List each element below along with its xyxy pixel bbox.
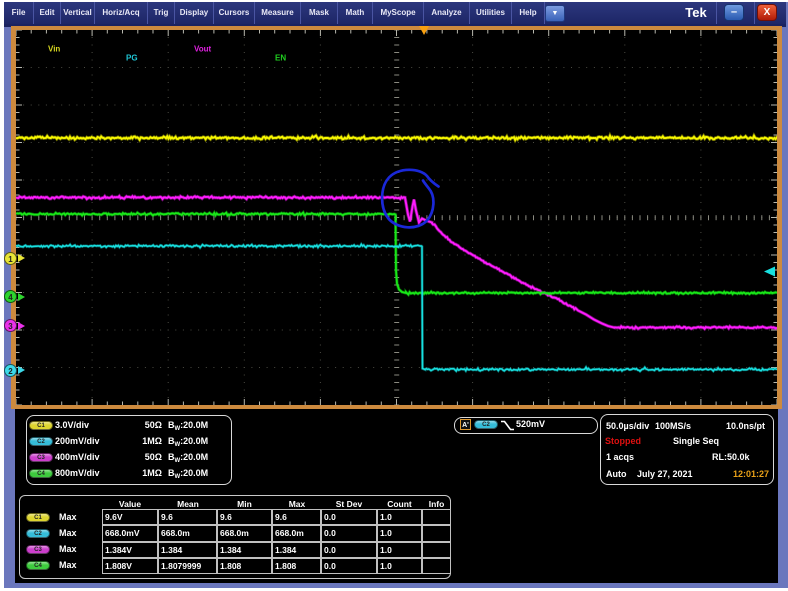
svg-text:Vout: Vout: [194, 44, 212, 53]
svg-text:EN: EN: [275, 53, 286, 62]
svg-text:Vin: Vin: [48, 44, 60, 53]
svg-text:PG: PG: [126, 53, 138, 62]
